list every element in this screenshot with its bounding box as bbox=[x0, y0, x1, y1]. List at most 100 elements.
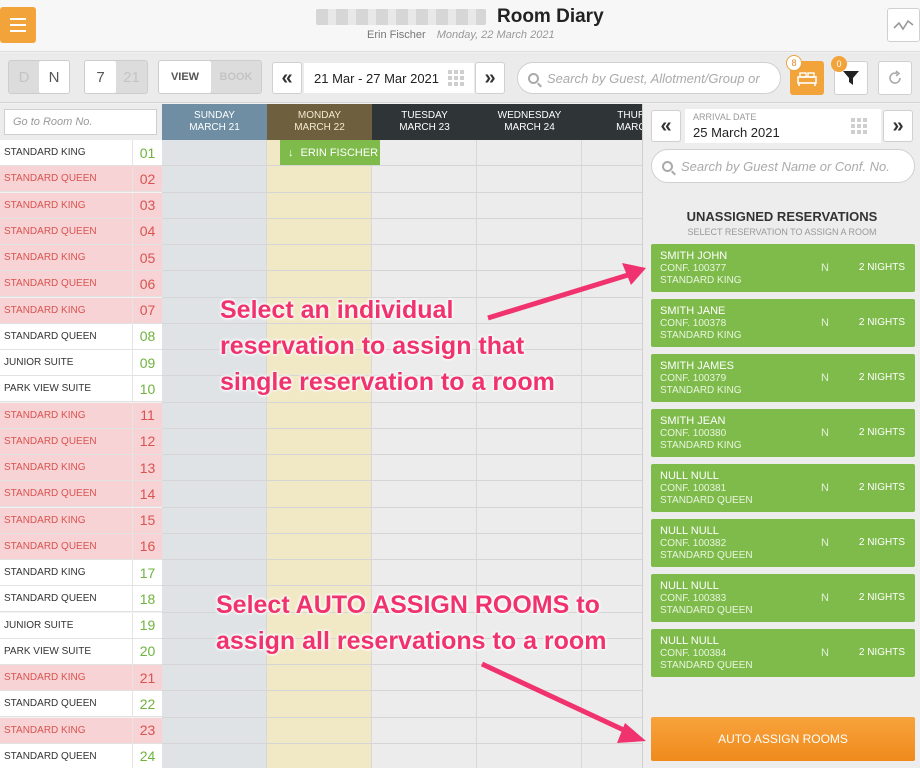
room-search-input[interactable]: Go to Room No. bbox=[4, 109, 157, 135]
room-row[interactable]: PARK VIEW SUITE 10 bbox=[0, 376, 162, 403]
activity-button[interactable] bbox=[887, 8, 920, 42]
reservation-card[interactable]: SMITH JOHN CONF. 100377 STANDARD KING N 2 NI… bbox=[651, 244, 915, 292]
room-number: 01 bbox=[132, 140, 162, 165]
bed-icon bbox=[797, 72, 817, 86]
room-number: 18 bbox=[132, 586, 162, 612]
room-type-label: STANDARD QUEEN bbox=[0, 218, 132, 244]
guest-search-input[interactable]: Search by Guest, Allotment/Group or bbox=[517, 62, 781, 94]
current-date: Monday, 22 March 2021 bbox=[436, 29, 555, 41]
reservation-card[interactable]: NULL NULL CONF. 100384 STANDARD QUEEN N 2 NI… bbox=[651, 629, 915, 677]
mode-d-option[interactable]: D bbox=[9, 61, 39, 93]
room-row[interactable]: JUNIOR SUITE 19 bbox=[0, 612, 162, 639]
room-row[interactable]: STANDARD KING 23 bbox=[0, 717, 162, 744]
room-type-label: STANDARD QUEEN bbox=[0, 586, 132, 612]
funnel-icon bbox=[843, 71, 859, 85]
room-row[interactable]: STANDARD QUEEN 24 bbox=[0, 743, 162, 768]
room-number: 16 bbox=[132, 533, 162, 559]
reservation-room-type: STANDARD QUEEN bbox=[660, 660, 753, 671]
grid-row-line bbox=[162, 506, 642, 508]
view-option[interactable]: VIEW bbox=[159, 61, 211, 93]
room-row[interactable]: PARK VIEW SUITE 20 bbox=[0, 638, 162, 665]
reservation-guest-name: SMITH JAMES bbox=[660, 360, 734, 372]
user-name: Erin Fischer bbox=[367, 29, 426, 41]
grid-row-line bbox=[162, 244, 642, 245]
room-type-label: STANDARD KING bbox=[0, 297, 132, 323]
room-row[interactable]: STANDARD QUEEN 22 bbox=[0, 691, 162, 718]
redacted-property-name bbox=[316, 9, 486, 25]
reservation-nights: 2 NIGHTS bbox=[858, 592, 905, 603]
grid-row-line bbox=[162, 716, 642, 718]
arrival-date-picker[interactable]: ARRIVAL DATE 25 March 2021 bbox=[685, 109, 881, 143]
prev-week-button[interactable]: « bbox=[272, 62, 302, 94]
room-number: 11 bbox=[132, 402, 162, 428]
unassigned-title: UNASSIGNED RESERVATIONS bbox=[686, 209, 878, 224]
room-row[interactable]: STANDARD KING 01 bbox=[0, 140, 162, 166]
booking-block[interactable]: ↓ ERIN FISCHER bbox=[280, 140, 380, 165]
room-row[interactable]: STANDARD QUEEN 06 bbox=[0, 271, 162, 298]
reservation-room-type: STANDARD QUEEN bbox=[660, 605, 753, 616]
room-type-label: STANDARD KING bbox=[0, 245, 132, 270]
room-row[interactable]: STANDARD QUEEN 02 bbox=[0, 166, 162, 193]
book-option[interactable]: BOOK bbox=[211, 61, 261, 93]
reservation-flag: N bbox=[821, 482, 829, 494]
room-row[interactable]: STANDARD QUEEN 04 bbox=[0, 218, 162, 245]
room-row[interactable]: STANDARD QUEEN 14 bbox=[0, 481, 162, 508]
grid-row-line bbox=[162, 270, 642, 272]
room-type-label: STANDARD QUEEN bbox=[0, 533, 132, 559]
reservation-guest-name: NULL NULL bbox=[660, 635, 719, 647]
room-row[interactable]: STANDARD KING 13 bbox=[0, 455, 162, 481]
date-range-picker[interactable]: 21 Mar - 27 Mar 2021 bbox=[304, 63, 474, 93]
reservation-guest-name: NULL NULL bbox=[660, 470, 719, 482]
arrival-next-button[interactable]: » bbox=[883, 110, 913, 142]
room-number: 17 bbox=[132, 560, 162, 585]
day-date: MARCH 23 bbox=[399, 122, 450, 133]
day-night-toggle: D N bbox=[8, 60, 70, 94]
day-header: SUNDAY MARCH 21 bbox=[162, 104, 267, 140]
reservation-room-type: STANDARD KING bbox=[660, 330, 742, 341]
arrival-prev-button[interactable]: « bbox=[651, 110, 681, 142]
filter-button[interactable]: 0 bbox=[831, 56, 868, 95]
reservation-card[interactable]: NULL NULL CONF. 100381 STANDARD QUEEN N 2 NI… bbox=[651, 464, 915, 512]
next-week-button[interactable]: » bbox=[475, 62, 505, 94]
reservation-search-placeholder: Search by Guest Name or Conf. No. bbox=[681, 158, 890, 174]
room-row[interactable]: STANDARD QUEEN 08 bbox=[0, 323, 162, 350]
auto-assign-rooms-button[interactable]: AUTO ASSIGN ROOMS bbox=[651, 717, 915, 761]
callout-line: single reservation to a room bbox=[220, 368, 555, 396]
room-type-label: STANDARD QUEEN bbox=[0, 691, 132, 717]
housekeeping-button[interactable]: 8 bbox=[786, 55, 824, 95]
reservation-card[interactable]: SMITH JEAN CONF. 100380 STANDARD KING N 2 NI… bbox=[651, 409, 915, 457]
refresh-button[interactable] bbox=[878, 61, 912, 95]
room-row[interactable]: STANDARD KING 21 bbox=[0, 665, 162, 691]
room-row[interactable]: STANDARD QUEEN 12 bbox=[0, 428, 162, 455]
room-number: 15 bbox=[132, 507, 162, 533]
room-row[interactable]: STANDARD KING 15 bbox=[0, 507, 162, 534]
reservation-nights: 2 NIGHTS bbox=[858, 317, 905, 328]
room-number: 09 bbox=[132, 350, 162, 375]
room-row[interactable]: JUNIOR SUITE 09 bbox=[0, 350, 162, 376]
reservation-card[interactable]: NULL NULL CONF. 100382 STANDARD QUEEN N 2 NI… bbox=[651, 519, 915, 567]
reservation-card[interactable]: NULL NULL CONF. 100383 STANDARD QUEEN N 2 NI… bbox=[651, 574, 915, 622]
room-row[interactable]: STANDARD KING 11 bbox=[0, 402, 162, 429]
room-type-label: STANDARD KING bbox=[0, 402, 132, 428]
room-row[interactable]: STANDARD KING 03 bbox=[0, 192, 162, 219]
room-type-label: STANDARD KING bbox=[0, 507, 132, 533]
room-row[interactable]: STANDARD QUEEN 16 bbox=[0, 533, 162, 560]
search-icon bbox=[662, 160, 673, 172]
room-search-placeholder: Go to Room No. bbox=[13, 116, 93, 128]
reservation-search-input[interactable]: Search by Guest Name or Conf. No. bbox=[651, 149, 915, 183]
menu-button[interactable] bbox=[0, 7, 36, 43]
reservation-card[interactable]: SMITH JANE CONF. 100378 STANDARD KING N 2 NI… bbox=[651, 299, 915, 347]
days-21-option[interactable]: 21 bbox=[116, 61, 147, 93]
room-row[interactable]: STANDARD KING 05 bbox=[0, 245, 162, 271]
room-row[interactable]: STANDARD KING 17 bbox=[0, 560, 162, 586]
menu-icon-bar bbox=[10, 18, 26, 20]
grid-row-line bbox=[162, 401, 642, 403]
days-7-option[interactable]: 7 bbox=[85, 61, 116, 93]
reservation-conf-number: CONF. 100379 bbox=[660, 373, 727, 384]
room-row[interactable]: STANDARD KING 07 bbox=[0, 297, 162, 324]
mode-n-option[interactable]: N bbox=[39, 61, 69, 93]
reservation-card[interactable]: SMITH JAMES CONF. 100379 STANDARD KING N 2 N… bbox=[651, 354, 915, 402]
room-row[interactable]: STANDARD QUEEN 18 bbox=[0, 586, 162, 613]
reservation-flag: N bbox=[821, 537, 829, 549]
grid-row-line bbox=[162, 532, 642, 534]
